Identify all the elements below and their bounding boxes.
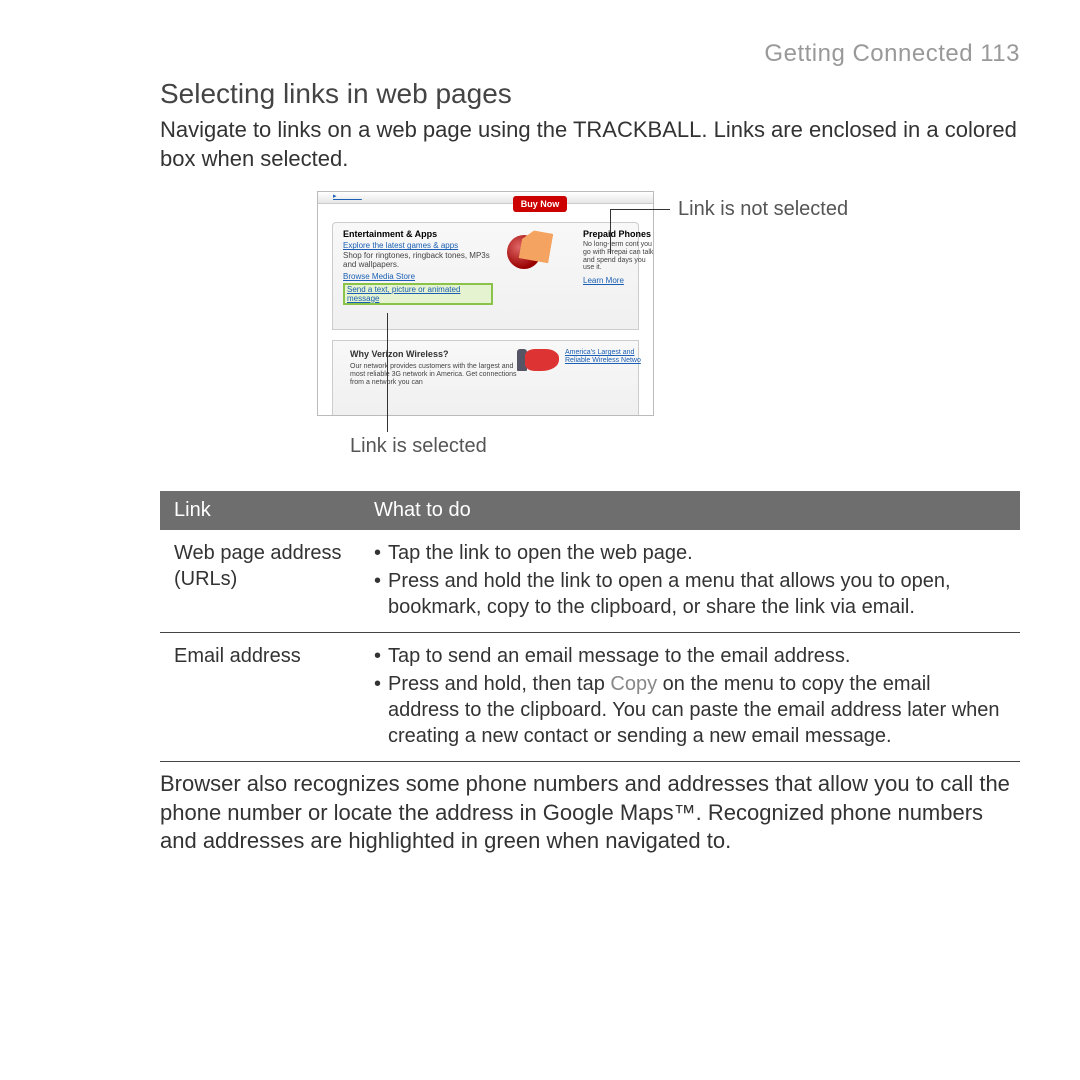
callout-selected: Link is selected xyxy=(350,435,487,458)
page-number: 113 xyxy=(980,40,1020,67)
figure: ▸ Buy Now Entertainment & Apps Explore t… xyxy=(160,191,1020,471)
selected-link-box: Send a text, picture or animated message xyxy=(343,283,493,305)
screenshot-topbar: ▸ xyxy=(318,192,653,204)
page-header: Getting Connected 113 xyxy=(160,40,1020,68)
link-action-table: Link What to do Web page address (URLs) … xyxy=(160,491,1020,762)
col-entertainment: Entertainment & Apps Explore the latest … xyxy=(343,229,493,306)
chapter-name: Getting Connected xyxy=(764,40,973,67)
col-prepaid: Prepaid Phones No long-term cont you go … xyxy=(583,229,654,285)
map-icon xyxy=(525,349,559,371)
ent-link-explore: Explore the latest games & apps xyxy=(343,241,493,250)
music-note-icon xyxy=(519,229,554,264)
action-item: Tap the link to open the web page. xyxy=(374,540,1006,566)
table-row: Email address Tap to send an email messa… xyxy=(160,633,1020,762)
topbar-link: ▸ xyxy=(333,192,362,200)
callout-not-selected: Link is not selected xyxy=(678,197,848,221)
why-text: Our network provides customers with the … xyxy=(350,363,520,387)
cell-link-type: Email address xyxy=(160,633,360,762)
callout-line xyxy=(387,313,388,432)
panel-entertainment: Entertainment & Apps Explore the latest … xyxy=(332,222,639,330)
cell-link-type: Web page address (URLs) xyxy=(160,530,360,633)
browser-screenshot: ▸ Buy Now Entertainment & Apps Explore t… xyxy=(317,191,654,416)
intro-text: Navigate to links on a web page using th… xyxy=(160,116,1020,173)
th-link: Link xyxy=(160,491,360,530)
action-item: Press and hold, then tap Copy on the men… xyxy=(374,671,1006,749)
cell-actions: Tap to send an email message to the emai… xyxy=(360,633,1020,762)
callout-line xyxy=(610,209,611,254)
ent-link-browse: Browse Media Store xyxy=(343,272,493,281)
action-item: Tap to send an email message to the emai… xyxy=(374,643,1006,669)
th-action: What to do xyxy=(360,491,1020,530)
buy-now-button: Buy Now xyxy=(513,196,567,212)
menu-copy-label: Copy xyxy=(610,673,657,695)
callout-line xyxy=(610,209,670,210)
outro-text: Browser also recognizes some phone numbe… xyxy=(160,770,1020,856)
why-heading: Why Verizon Wireless? xyxy=(350,349,448,359)
cell-actions: Tap the link to open the web page. Press… xyxy=(360,530,1020,633)
prepaid-heading: Prepaid Phones xyxy=(583,229,654,239)
why-link: America's Largest and Reliable Wireless … xyxy=(565,349,654,364)
prepaid-link: Learn More xyxy=(583,276,654,285)
section-title: Selecting links in web pages xyxy=(160,78,1020,110)
ent-text: Shop for ringtones, ringback tones, MP3s… xyxy=(343,252,493,270)
action-item: Press and hold the link to open a menu t… xyxy=(374,568,1006,620)
panel-why: Why Verizon Wireless? Our network provid… xyxy=(332,340,639,416)
ent-heading: Entertainment & Apps xyxy=(343,229,493,239)
prepaid-text: No long-term cont you go with Prepai can… xyxy=(583,241,654,272)
table-row: Web page address (URLs) Tap the link to … xyxy=(160,530,1020,633)
